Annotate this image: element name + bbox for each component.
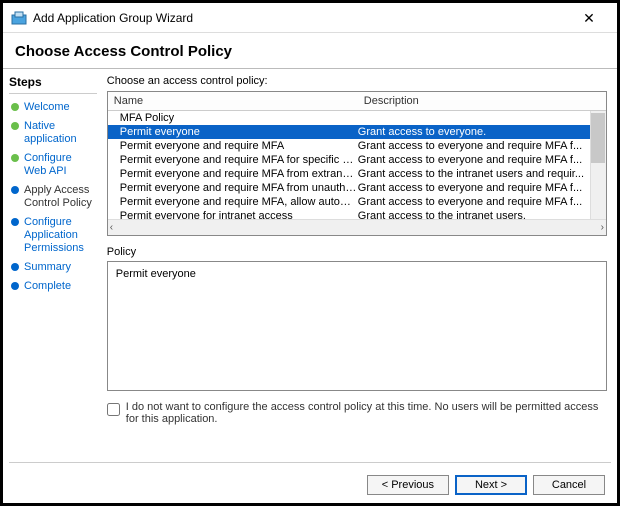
policy-row-name: MFA Policy xyxy=(120,112,358,124)
policy-row-desc xyxy=(358,112,584,124)
sidebar: Steps Welcome Native application Configure… xyxy=(3,69,101,501)
policy-row-desc: Grant access to the intranet users and r… xyxy=(358,168,584,180)
step-label: Configure Application Permissions xyxy=(24,216,97,255)
step-bullet-icon xyxy=(11,103,19,111)
scrollbar-vertical[interactable]: ˄ xyxy=(590,111,606,219)
step-label: Configure Web API xyxy=(24,152,97,178)
policy-row[interactable]: Permit everyoneGrant access to everyone. xyxy=(108,125,590,139)
step-item-3[interactable]: Apply Access Control Policy xyxy=(9,181,97,213)
scrollbar-horizontal[interactable]: ‹ › xyxy=(108,219,606,235)
step-label: Complete xyxy=(24,280,71,293)
window-title: Add Application Group Wizard xyxy=(33,11,569,25)
step-item-2[interactable]: Configure Web API xyxy=(9,149,97,181)
policy-row-desc: Grant access to the intranet users. xyxy=(358,210,584,219)
policy-row-name: Permit everyone and require MFA xyxy=(120,140,358,152)
footer-buttons: < Previous Next > Cancel xyxy=(367,475,605,495)
step-item-0[interactable]: Welcome xyxy=(9,98,97,117)
close-icon[interactable]: ✕ xyxy=(569,3,609,33)
policy-row-desc: Grant access to everyone and require MFA… xyxy=(358,154,584,166)
skip-policy-label: I do not want to configure the access co… xyxy=(126,401,607,425)
policy-row-name: Permit everyone and require MFA, allow a… xyxy=(120,196,358,208)
content-pane: Choose an access control policy: Name De… xyxy=(101,69,617,501)
policy-row[interactable]: Permit everyone and require MFAGrant acc… xyxy=(108,139,590,153)
policy-row-desc: Grant access to everyone and require MFA… xyxy=(358,140,584,152)
step-bullet-icon xyxy=(11,154,19,162)
policy-row-name: Permit everyone and require MFA for spec… xyxy=(120,154,358,166)
policy-row[interactable]: Permit everyone and require MFA for spec… xyxy=(108,153,590,167)
cancel-button[interactable]: Cancel xyxy=(533,475,605,495)
column-name[interactable]: Name xyxy=(108,92,358,110)
steps-heading: Steps xyxy=(9,75,97,89)
previous-button[interactable]: < Previous xyxy=(367,475,449,495)
step-bullet-icon xyxy=(11,186,19,194)
step-item-5[interactable]: Summary xyxy=(9,258,97,277)
policy-row[interactable]: Permit everyone and require MFA, allow a… xyxy=(108,195,590,209)
step-label: Apply Access Control Policy xyxy=(24,184,97,210)
step-bullet-icon xyxy=(11,218,19,226)
policy-row-name: Permit everyone and require MFA from ext… xyxy=(120,168,358,180)
policy-row-desc: Grant access to everyone and require MFA… xyxy=(358,196,584,208)
footer-divider xyxy=(9,462,611,463)
next-button[interactable]: Next > xyxy=(455,475,527,495)
policy-row-desc: Grant access to everyone. xyxy=(358,126,584,138)
list-header: Name Description xyxy=(108,92,606,111)
step-item-4[interactable]: Configure Application Permissions xyxy=(9,213,97,258)
step-bullet-icon xyxy=(11,122,19,130)
policy-row[interactable]: Permit everyone and require MFA from ext… xyxy=(108,167,590,181)
policy-label: Policy xyxy=(107,246,607,258)
step-label: Summary xyxy=(24,261,71,274)
policy-detail-box: Permit everyone xyxy=(107,261,607,391)
step-label: Native application xyxy=(24,120,97,146)
column-description[interactable]: Description xyxy=(358,92,606,110)
policy-detail-text: Permit everyone xyxy=(116,268,196,280)
policy-row-name: Permit everyone for intranet access xyxy=(120,210,358,219)
step-item-1[interactable]: Native application xyxy=(9,117,97,149)
policy-listbox[interactable]: Name Description MFA PolicyPermit everyo… xyxy=(107,91,607,236)
policy-row[interactable]: MFA Policy xyxy=(108,111,590,125)
policy-row[interactable]: Permit everyone for intranet accessGrant… xyxy=(108,209,590,219)
step-bullet-icon xyxy=(11,263,19,271)
titlebar: Add Application Group Wizard ✕ xyxy=(3,3,617,33)
step-item-6[interactable]: Complete xyxy=(9,277,97,296)
step-label: Welcome xyxy=(24,101,70,114)
scroll-left-icon[interactable]: ‹ xyxy=(110,222,113,233)
policy-row-name: Permit everyone xyxy=(120,126,358,138)
scroll-right-icon[interactable]: › xyxy=(601,222,604,233)
scroll-thumb-vertical[interactable] xyxy=(591,113,605,163)
policy-row-name: Permit everyone and require MFA from una… xyxy=(120,182,358,194)
app-icon xyxy=(11,10,27,26)
skip-policy-checkbox[interactable] xyxy=(107,403,120,416)
step-bullet-icon xyxy=(11,282,19,290)
policy-prompt: Choose an access control policy: xyxy=(107,75,607,87)
policy-row[interactable]: Permit everyone and require MFA from una… xyxy=(108,181,590,195)
page-title: Choose Access Control Policy xyxy=(3,33,617,68)
policy-row-desc: Grant access to everyone and require MFA… xyxy=(358,182,584,194)
